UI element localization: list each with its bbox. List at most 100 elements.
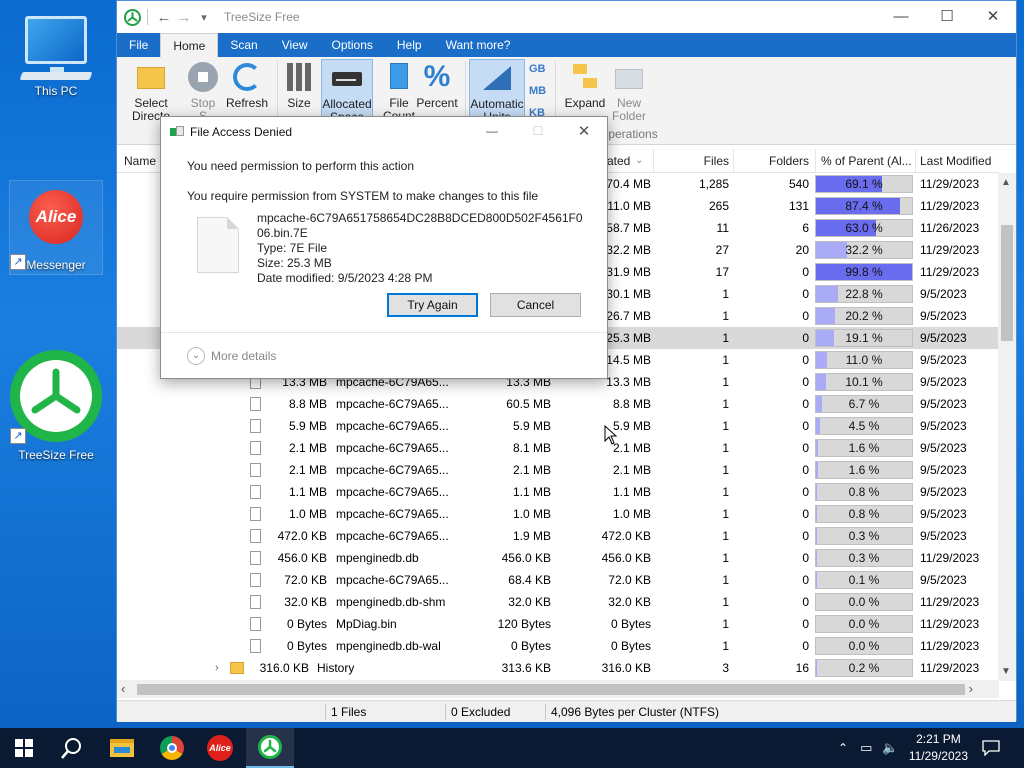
alice-icon: Alice [207,735,233,761]
document-icon [197,217,239,273]
vertical-scroll-thumb[interactable] [1001,225,1013,341]
chrome-button[interactable] [148,728,196,768]
treesize-taskbar-button[interactable] [246,728,294,768]
row-folders: 0 [802,375,809,389]
unit-gb-button[interactable]: GB [529,63,546,75]
notifications-button[interactable] [982,728,1000,768]
volume-muted-icon[interactable]: 🔈 [882,740,898,756]
unit-mb-button[interactable]: MB [529,85,546,97]
table-row[interactable]: 1.0 MB mpcache-6C79A65... 1.0 MB 1.0 MB 1 0 0.… [117,503,999,525]
row-allocated: 0 Bytes [610,617,651,631]
row-total-size: 32.0 KB [508,595,551,609]
row-size: 1.1 MB [288,485,327,499]
column-allocated[interactable]: ated [607,149,630,173]
search-icon [61,738,81,759]
minimize-button[interactable]: — [878,1,924,31]
table-row[interactable]: 1.1 MB mpcache-6C79A65... 1.1 MB 1.1 MB 1 0 0.… [117,481,999,503]
table-row[interactable]: 472.0 KB mpcache-6C79A65... 1.9 MB 472.0 KB… [117,525,999,547]
table-row[interactable]: 2.1 MB mpcache-6C79A65... 8.1 MB 2.1 MB 1 0 1.… [117,437,999,459]
network-icon[interactable]: ▭ [860,740,872,756]
file-icon [250,441,261,455]
tab-options[interactable]: Options [320,33,385,57]
tab-file[interactable]: File [117,33,160,57]
percent-bar-label: 63.0 % [845,221,883,235]
percent-bar-label: 0.0 % [848,595,880,609]
dialog-minimize-button[interactable]: — [469,117,515,145]
scroll-down-icon[interactable]: ▼ [1001,666,1011,677]
tab-scan[interactable]: Scan [218,33,269,57]
dialog-maximize-button: ☐ [532,124,544,138]
row-total-size: 313.6 KB [501,661,551,675]
table-row[interactable]: 5.9 MB mpcache-6C79A65... 5.9 MB 5.9 MB 1 0 4.… [117,415,999,437]
table-row[interactable]: 32.0 KB mpenginedb.db-shm 32.0 KB 32.0 KB 1 0… [117,591,999,613]
folder-row[interactable]: › 316.0 KB History 313.6 KB 316.0 KB 3 16 0.2 %… [117,657,999,679]
table-row[interactable]: 0 Bytes MpDiag.bin 120 Bytes 0 Bytes 1 0 0.0 %… [117,613,999,635]
percent-bar: 10.1 % [815,373,913,391]
forward-icon[interactable]: → [174,9,194,26]
desktop-icon-this-pc[interactable]: This PC [6,10,106,98]
column-last-modified[interactable]: Last Modified [915,149,991,173]
row-files: 1 [722,463,729,477]
title-bar[interactable]: ← → ▾ TreeSize Free — ☐ ✕ [117,1,1016,33]
desktop-icon-messenger[interactable]: Alice ↗ Messenger [6,180,106,275]
file-explorer-button[interactable] [98,728,146,768]
file-icon [250,573,261,587]
row-folders: 20 [795,243,809,257]
tab-view[interactable]: View [270,33,320,57]
show-hidden-icons-icon[interactable]: ⌃ [838,741,848,755]
dialog-close-button[interactable]: ✕ [561,117,607,145]
maximize-button[interactable]: ☐ [924,1,970,31]
row-folders: 16 [795,661,809,675]
percent-bar: 0.8 % [815,505,913,523]
row-folders: 0 [802,639,809,653]
scroll-left-icon[interactable]: ‹ [121,681,125,696]
column-name[interactable]: Name [124,149,156,173]
row-folders: 0 [802,287,809,301]
file-icon [250,617,261,631]
quick-access-dropdown-icon[interactable]: ▾ [194,11,214,24]
search-button[interactable] [48,728,96,768]
scroll-up-icon[interactable]: ▲ [1001,177,1011,188]
alice-taskbar-button[interactable]: Alice [196,728,244,768]
tab-home[interactable]: Home [160,33,219,57]
table-row[interactable]: 72.0 KB mpcache-6C79A65... 68.4 KB 72.0 KB 1… [117,569,999,591]
desktop-icon-treesize[interactable]: ↗ TreeSize Free [6,350,106,462]
start-button[interactable] [0,728,48,768]
column-files[interactable]: Files [653,149,729,173]
expand-chevron-icon[interactable]: › [215,657,219,679]
column-percent[interactable]: % of Parent (Al... [815,149,915,173]
dialog-message: You need permission to perform this acti… [187,159,415,173]
table-row[interactable]: 0 Bytes mpenginedb.db-wal 0 Bytes 0 Bytes 1 0… [117,635,999,657]
row-last-modified: 9/5/2023 [920,573,967,587]
vertical-scrollbar[interactable]: ▲ ▼ [998,173,1016,681]
try-again-button[interactable]: Try Again [387,293,478,317]
horizontal-scrollbar[interactable]: ‹ › [117,680,999,698]
clock[interactable]: 2:21 PM 11/29/2023 [909,731,968,765]
table-row[interactable]: 8.8 MB mpcache-6C79A65... 60.5 MB 8.8 MB 1 0 6… [117,393,999,415]
dialog-title-bar[interactable]: File Access Denied — ☐ ✕ [161,117,607,147]
row-last-modified: 9/5/2023 [920,353,967,367]
cancel-button[interactable]: Cancel [490,293,581,317]
horizontal-scroll-thumb[interactable] [137,684,965,695]
tab-want-more[interactable]: Want more? [434,33,523,57]
percent-bar-label: 0.2 % [848,661,880,675]
table-row[interactable]: 2.1 MB mpcache-6C79A65... 2.1 MB 2.1 MB 1 0 1.… [117,459,999,481]
percent-bar-label: 22.8 % [845,287,883,301]
treesize-label: TreeSize Free [18,448,94,462]
row-name: MpDiag.bin [336,617,397,631]
row-folders: 0 [802,485,809,499]
close-button[interactable]: ✕ [970,1,1016,31]
scroll-right-icon[interactable]: › [969,681,973,696]
file-icon [250,397,261,411]
table-row[interactable]: 456.0 KB mpenginedb.db 456.0 KB 456.0 KB 1 0 0… [117,547,999,569]
percent-bar-label: 69.1 % [845,177,883,191]
row-allocated: 0 Bytes [610,639,651,653]
tab-help[interactable]: Help [385,33,434,57]
column-folders[interactable]: Folders [733,149,809,173]
row-total-size: 5.9 MB [512,419,551,433]
back-icon[interactable]: ← [154,9,174,26]
mouse-cursor-icon [604,425,618,445]
ruler-icon [481,62,513,94]
more-details-toggle[interactable]: ⌄ More details [187,347,276,365]
row-total-size: 1.9 MB [512,529,551,543]
